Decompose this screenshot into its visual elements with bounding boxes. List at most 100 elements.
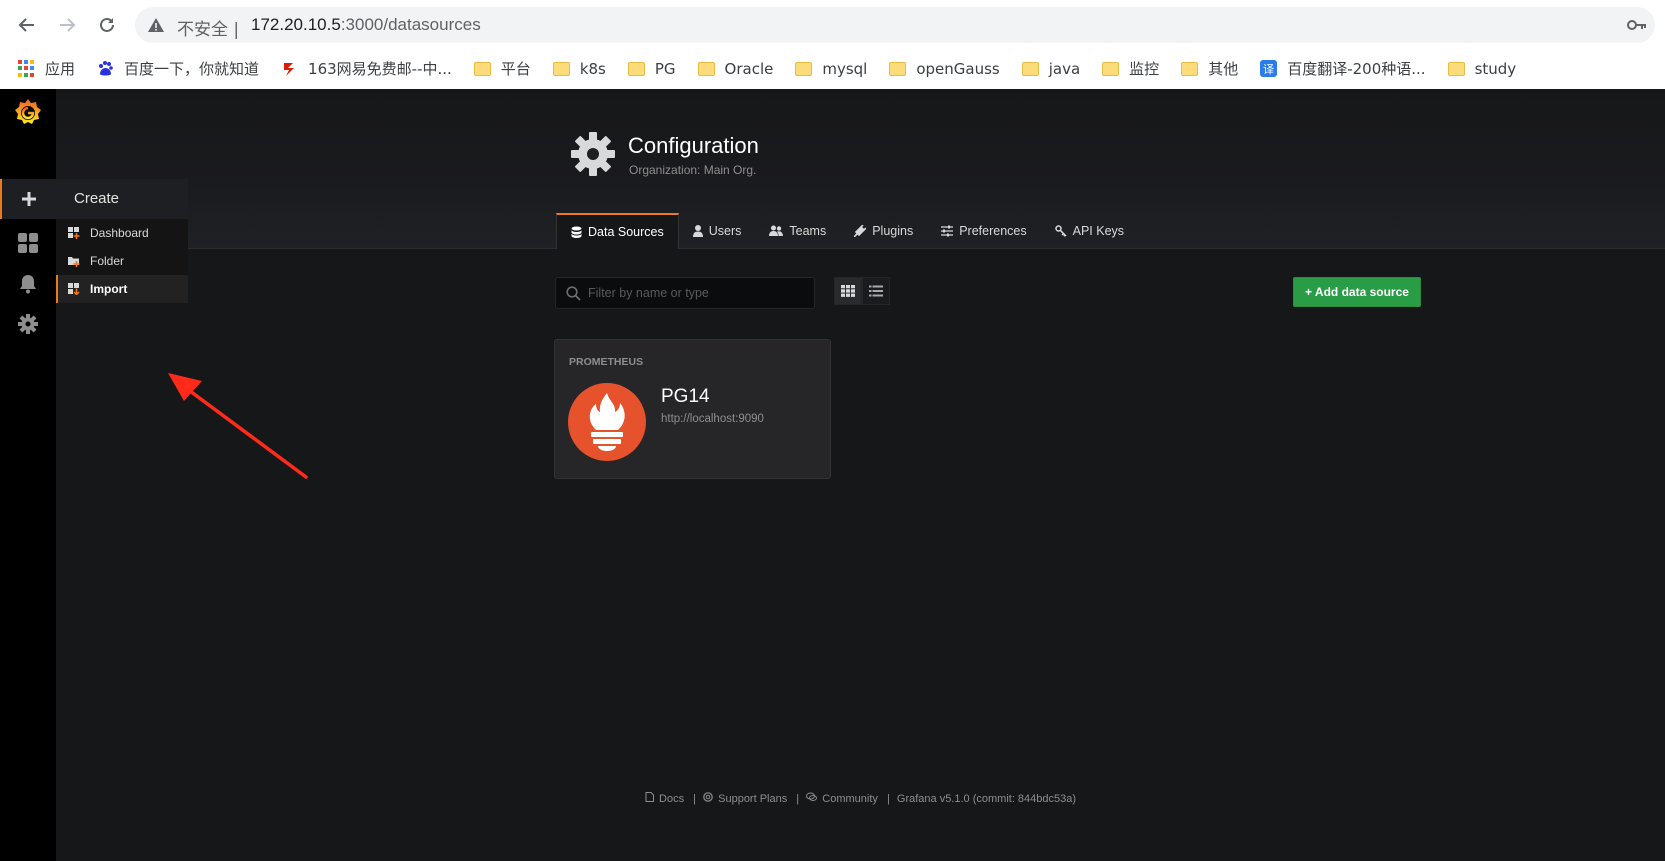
config-tabs: Data Sources Users Teams Plugins Prefere…	[556, 213, 1138, 249]
datasource-card[interactable]: PROMETHEUS PG14 http://localhost:9090	[554, 339, 831, 479]
bookmark-label: java	[1048, 59, 1081, 78]
address-bar[interactable]: 不安全 | 172.20.10.5:3000/datasources	[135, 7, 1655, 43]
bookmark-item[interactable]: PG	[627, 59, 676, 78]
page-header: Configuration Organization: Main Org. Da…	[56, 89, 1665, 249]
bookmark-label: 其他	[1208, 60, 1239, 78]
list-icon	[869, 285, 883, 297]
tab-api-keys[interactable]: API Keys	[1041, 213, 1138, 249]
tab-users[interactable]: Users	[679, 213, 756, 249]
grafana-app: Configuration Organization: Main Org. Da…	[0, 89, 1665, 861]
bookmark-item[interactable]: 百度一下，你就知道	[97, 58, 259, 79]
tab-label: API Keys	[1072, 224, 1125, 238]
footer-community-link[interactable]: Community	[806, 792, 880, 805]
translate-icon: 译	[1260, 60, 1278, 77]
footer-docs-link[interactable]: Docs	[645, 792, 686, 805]
side-configuration-button[interactable]	[0, 304, 56, 344]
folder-add-icon	[68, 257, 80, 267]
bookmark-label: study	[1474, 59, 1517, 78]
folder-icon	[889, 61, 907, 76]
baidu-icon	[99, 61, 113, 76]
folder-icon	[473, 61, 491, 76]
bookmarks-bar: 应用 百度一下，你就知道 163网易免费邮--中... 平台 k8s PG Oracle my…	[0, 52, 1665, 85]
footer: Docs | Support Plans | Community | Grafa…	[56, 792, 1665, 805]
folder-icon	[1102, 61, 1120, 76]
side-dashboards-button[interactable]	[0, 223, 56, 263]
key-icon[interactable]	[1627, 18, 1647, 32]
bookmark-item[interactable]: 163网易免费邮--中...	[281, 58, 452, 79]
browser-chrome: 不安全 | 172.20.10.5:3000/datasources 应用 百度一…	[0, 0, 1665, 89]
create-import-item[interactable]: Import	[56, 275, 188, 303]
users-icon	[769, 225, 784, 236]
page-title: Configuration	[628, 133, 759, 158]
bookmark-item[interactable]: mysql	[795, 60, 867, 78]
reload-button[interactable]	[92, 10, 122, 40]
filter-box	[555, 277, 815, 309]
list-view-button[interactable]	[862, 277, 890, 305]
tab-teams[interactable]: Teams	[755, 213, 840, 249]
dashboard-icon	[18, 233, 38, 253]
folder-icon	[1021, 61, 1039, 76]
page-subtitle: Organization: Main Org.	[629, 163, 757, 177]
folder-icon	[795, 61, 813, 76]
bookmark-item[interactable]: 应用	[18, 58, 75, 79]
document-icon	[645, 792, 654, 802]
netease-icon	[284, 63, 295, 76]
search-input[interactable]	[588, 278, 808, 308]
create-dashboard-item[interactable]: Dashboard	[56, 219, 188, 247]
bookmark-label: 百度一下，你就知道	[124, 60, 260, 78]
bookmark-label: Oracle	[724, 59, 774, 78]
add-data-source-button[interactable]: + Add data source	[1293, 277, 1421, 307]
tab-preferences[interactable]: Preferences	[927, 213, 1040, 249]
bookmark-item[interactable]: 平台	[473, 58, 531, 79]
tab-data-sources[interactable]: Data Sources	[556, 213, 679, 249]
bell-icon	[20, 275, 36, 294]
bookmark-item[interactable]: study	[1447, 59, 1517, 78]
tab-label: Plugins	[872, 224, 914, 238]
bookmark-item[interactable]: 监控	[1102, 58, 1159, 79]
bookmark-label: 应用	[45, 60, 76, 78]
forward-button[interactable]	[52, 10, 82, 40]
bookmark-label: k8s	[579, 59, 606, 78]
folder-icon	[1447, 61, 1465, 76]
warning-icon	[148, 18, 164, 32]
menu-item-label: Folder	[90, 254, 125, 268]
plus-icon	[22, 192, 36, 206]
url-path: :3000/datasources	[340, 15, 481, 34]
lifebuoy-icon	[703, 792, 713, 802]
folder-icon	[697, 61, 715, 76]
bookmark-item[interactable]: Oracle	[697, 59, 774, 78]
tab-label: Preferences	[959, 224, 1027, 238]
layout-toggle	[834, 277, 890, 305]
user-icon	[692, 225, 703, 237]
svg-text:译: 译	[1263, 63, 1274, 76]
cog-icon	[18, 314, 38, 334]
datasource-url: http://localhost:9090	[661, 413, 764, 425]
tab-plugins[interactable]: Plugins	[840, 213, 927, 249]
arrow-left-icon	[18, 18, 34, 32]
tab-label: Data Sources	[588, 225, 664, 239]
bookmark-label: PG	[654, 59, 676, 78]
bookmark-item[interactable]: k8s	[552, 59, 606, 78]
search-icon	[566, 286, 581, 301]
prometheus-logo-icon	[568, 383, 646, 461]
menu-item-label: Dashboard	[90, 226, 149, 240]
bookmark-item[interactable]: java	[1021, 59, 1081, 78]
bookmark-item[interactable]: openGauss	[889, 60, 1000, 78]
footer-support-link[interactable]: Support Plans	[703, 792, 789, 805]
bookmark-item[interactable]: 译百度翻译-200种语...	[1260, 58, 1426, 79]
side-create-button[interactable]	[0, 179, 56, 219]
bookmark-item[interactable]: 其他	[1181, 58, 1238, 79]
annotation-arrow-icon	[168, 373, 308, 479]
key-icon	[1054, 225, 1067, 237]
address-row: 不安全 | 172.20.10.5:3000/datasources	[0, 2, 1665, 48]
grid-view-button[interactable]	[834, 277, 862, 305]
bookmark-label: 监控	[1129, 60, 1160, 78]
comments-icon	[806, 792, 818, 801]
grafana-logo-icon[interactable]	[12, 97, 44, 129]
side-alerting-button[interactable]	[0, 264, 56, 304]
folder-icon	[552, 61, 570, 76]
create-folder-item[interactable]: Folder	[56, 247, 188, 275]
sliders-icon	[941, 225, 954, 237]
database-icon	[571, 226, 582, 238]
back-button[interactable]	[12, 10, 42, 40]
